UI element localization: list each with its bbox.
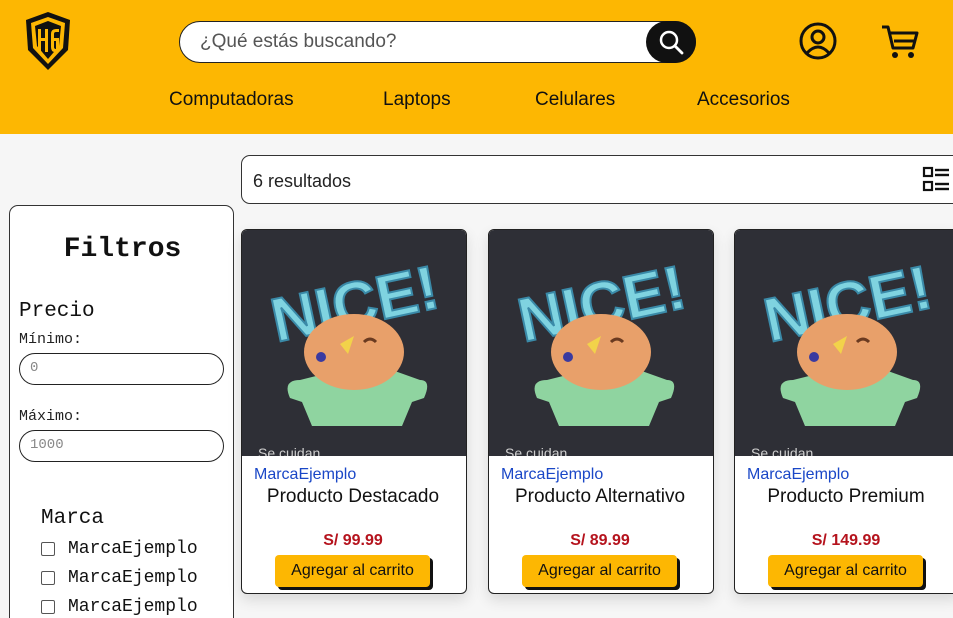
brand-option[interactable]: MarcaEjemplo: [41, 539, 198, 559]
svg-text:Se cuidan: Se cuidan: [505, 445, 567, 456]
nav-laptops[interactable]: Laptops: [383, 89, 451, 111]
product-name[interactable]: Producto Destacado: [242, 486, 464, 508]
product-price: S/ 89.99: [570, 532, 630, 549]
results-count: 6 resultados: [253, 171, 352, 191]
brand-option[interactable]: MarcaEjemplo: [41, 597, 198, 617]
price-label: Precio: [19, 300, 95, 323]
add-to-cart-button[interactable]: Agregar al carrito: [275, 555, 430, 587]
product-card[interactable]: NICE! Se cuidan MarcaEjemplo Producto Al…: [488, 229, 714, 594]
add-to-cart-button[interactable]: Agregar al carrito: [522, 555, 677, 587]
min-price-input[interactable]: 0: [19, 353, 224, 385]
product-price: S/ 149.99: [811, 532, 881, 549]
results-bar: 6 resultados: [241, 155, 953, 204]
brand-option-label: MarcaEjemplo: [68, 568, 198, 588]
product-brand-link[interactable]: MarcaEjemplo: [747, 466, 849, 484]
product-name[interactable]: Producto Alternativo: [489, 486, 711, 508]
product-name[interactable]: Producto Premium: [735, 486, 953, 508]
user-account-icon[interactable]: [798, 21, 838, 61]
product-card[interactable]: NICE! Se cuidan MarcaEjemplo Producto De…: [241, 229, 467, 594]
cart-icon[interactable]: [880, 22, 920, 62]
svg-text:Se cuidan: Se cuidan: [258, 445, 320, 456]
product-card[interactable]: NICE! Se cuidan MarcaEjemplo Producto Pr…: [734, 229, 953, 594]
brand-checkbox[interactable]: [41, 600, 55, 614]
brand-checkbox[interactable]: [41, 542, 55, 556]
search-icon: [659, 30, 684, 55]
min-label: Mínimo:: [19, 331, 83, 348]
max-label: Máximo:: [19, 408, 83, 425]
list-view-icon[interactable]: [922, 166, 950, 194]
brand-option-label: MarcaEjemplo: [68, 597, 198, 617]
nav-computadoras[interactable]: Computadoras: [169, 89, 294, 111]
search-button[interactable]: [646, 21, 696, 63]
brand-label: Marca: [41, 507, 105, 530]
search-input[interactable]: [200, 30, 640, 54]
hg-logo[interactable]: [22, 10, 74, 72]
svg-text:Se cuidan: Se cuidan: [751, 445, 813, 456]
brand-option[interactable]: MarcaEjemplo: [41, 568, 198, 588]
nav-celulares[interactable]: Celulares: [535, 89, 615, 111]
filters-title: Filtros: [63, 234, 182, 265]
add-to-cart-button[interactable]: Agregar al carrito: [768, 555, 923, 587]
max-price-input[interactable]: 1000: [19, 430, 224, 462]
search-bar: [179, 21, 696, 63]
product-price: S/ 99.99: [323, 532, 383, 549]
nav-accesorios[interactable]: Accesorios: [697, 89, 790, 111]
brand-option-label: MarcaEjemplo: [68, 539, 198, 559]
product-image[interactable]: NICE! Se cuidan: [489, 230, 713, 456]
product-image[interactable]: NICE! Se cuidan: [242, 230, 466, 456]
brand-checkbox[interactable]: [41, 571, 55, 585]
product-brand-link[interactable]: MarcaEjemplo: [501, 466, 603, 484]
product-brand-link[interactable]: MarcaEjemplo: [254, 466, 356, 484]
product-image[interactable]: NICE! Se cuidan: [735, 230, 953, 456]
header: Computadoras Laptops Celulares Accesorio…: [0, 0, 953, 134]
filters-panel: Filtros Precio Mínimo: 0 Máximo: 1000 Ma…: [9, 205, 234, 618]
